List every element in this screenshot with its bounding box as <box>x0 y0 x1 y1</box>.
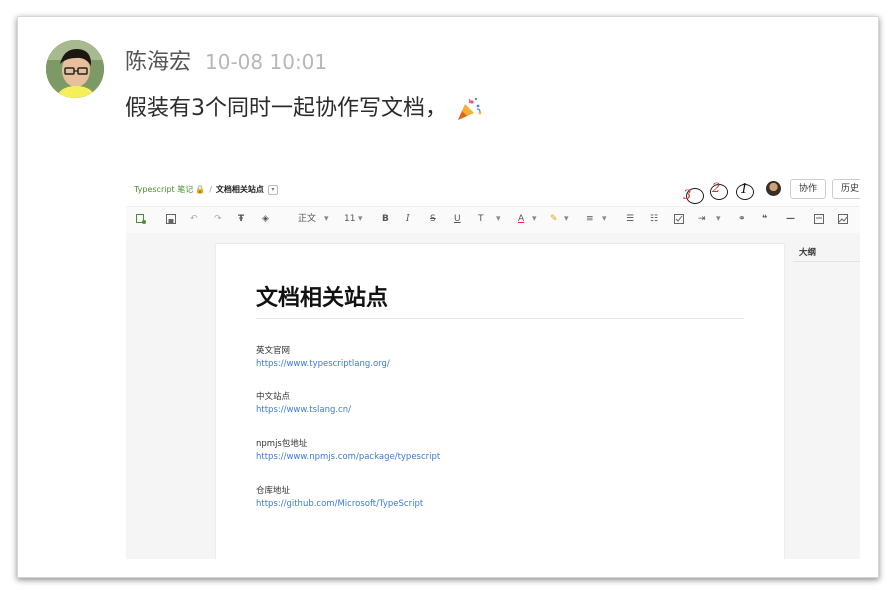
underline-button[interactable]: U <box>454 213 461 225</box>
post-message: 假装有3个同时一起协作写文档， <box>125 90 483 122</box>
font-color-button[interactable]: A <box>518 213 524 225</box>
insert-table-icon[interactable] <box>136 214 146 224</box>
outline-divider <box>793 261 860 262</box>
post-time: 10-08 10:01 <box>205 50 328 74</box>
section-label: 英文官网 <box>256 346 291 356</box>
bold-button[interactable]: B <box>382 213 389 225</box>
chevron-down-icon[interactable]: ▾ <box>324 213 329 225</box>
link-icon[interactable]: ⚭ <box>738 213 746 225</box>
chevron-down-icon[interactable]: ▾ <box>532 213 537 225</box>
indent-icon[interactable]: ⇥ <box>698 213 706 225</box>
breadcrumb-separator: / <box>209 185 212 194</box>
redo-icon[interactable]: ↷ <box>214 213 222 225</box>
checkbox-icon[interactable] <box>674 214 684 224</box>
annotation-number-1: 1 <box>740 182 749 197</box>
undo-icon[interactable]: ↶ <box>190 213 198 225</box>
section-link[interactable]: https://www.npmjs.com/package/typescript <box>256 452 440 462</box>
annotation-number-3: 3 <box>683 188 692 203</box>
post-header: 陈海宏 10-08 10:01 <box>125 44 327 76</box>
section-link[interactable]: https://www.typescriptlang.org/ <box>256 359 390 369</box>
code-block-icon[interactable] <box>814 214 824 224</box>
lock-icon: 🔒 <box>195 185 206 194</box>
chevron-down-icon[interactable]: ▾ <box>602 213 607 225</box>
chevron-down-icon[interactable]: ▾ <box>496 213 501 225</box>
collaborator-avatar[interactable] <box>766 181 781 196</box>
annotation-number-2: 2 <box>712 181 721 196</box>
save-icon[interactable] <box>166 214 176 224</box>
chevron-down-icon[interactable]: ▾ <box>716 213 721 225</box>
document-title[interactable]: 文档相关站点 <box>256 280 388 312</box>
font-size-select[interactable]: 11 <box>344 213 355 225</box>
section-link[interactable]: https://www.tslang.cn/ <box>256 405 351 415</box>
breadcrumb-app[interactable]: Typescript 笔记 <box>134 185 193 194</box>
align-icon[interactable]: ≡ <box>586 213 594 225</box>
format-painter-icon[interactable]: Ŧ <box>238 213 244 225</box>
section-link[interactable]: https://github.com/Microsoft/TypeScript <box>256 499 423 509</box>
party-popper-icon <box>455 96 483 122</box>
history-button[interactable]: 历史 <box>832 179 860 199</box>
paragraph-style-select[interactable]: 正文 <box>298 213 316 225</box>
avatar[interactable] <box>46 40 104 98</box>
quote-icon[interactable]: ❝ <box>762 213 767 225</box>
outline-title[interactable]: 大纲 <box>799 246 816 258</box>
bullet-list-icon[interactable]: ☰ <box>626 213 634 225</box>
clear-format-icon[interactable]: ◈ <box>262 213 269 225</box>
editor-canvas: 文档相关站点 英文官网 https://www.typescriptlang.o… <box>126 233 860 559</box>
image-icon[interactable] <box>838 214 848 224</box>
superscript-button[interactable]: T <box>478 213 484 225</box>
ordered-list-icon[interactable]: ☷ <box>650 213 658 225</box>
divider-icon[interactable]: — <box>786 213 795 225</box>
title-divider <box>256 318 744 319</box>
breadcrumb: Typescript 笔记 🔒 / 文档相关站点 ▾ <box>134 184 278 195</box>
editor-topbar: Typescript 笔记 🔒 / 文档相关站点 ▾ 3 2 1 协作 历史 <box>126 175 860 205</box>
strikethrough-button[interactable]: S <box>430 213 436 225</box>
highlight-icon[interactable]: ✎ <box>550 213 558 225</box>
document-page[interactable]: 文档相关站点 英文官网 https://www.typescriptlang.o… <box>215 243 785 559</box>
chevron-down-icon[interactable]: ▾ <box>358 213 363 225</box>
section-label: 仓库地址 <box>256 486 291 496</box>
editor-screenshot: Typescript 笔记 🔒 / 文档相关站点 ▾ 3 2 1 协作 历史 ↶ ↷ Ŧ… <box>126 175 860 559</box>
author-name[interactable]: 陈海宏 <box>125 50 191 75</box>
message-text: 假装有3个同时一起协作写文档， <box>125 96 447 121</box>
chevron-down-icon[interactable]: ▾ <box>564 213 569 225</box>
chevron-down-icon[interactable]: ▾ <box>267 184 278 195</box>
section-label: 中文站点 <box>256 392 291 402</box>
section-label: npmjs包地址 <box>256 439 308 449</box>
breadcrumb-doc: 文档相关站点 <box>215 185 264 194</box>
format-toolbar: ↶ ↷ Ŧ ◈ 正文 ▾ 11 ▾ B I S U T ▾ A ▾ ✎ ▾ ≡ … <box>126 206 860 234</box>
italic-button[interactable]: I <box>406 213 410 225</box>
collab-button[interactable]: 协作 <box>790 179 826 199</box>
